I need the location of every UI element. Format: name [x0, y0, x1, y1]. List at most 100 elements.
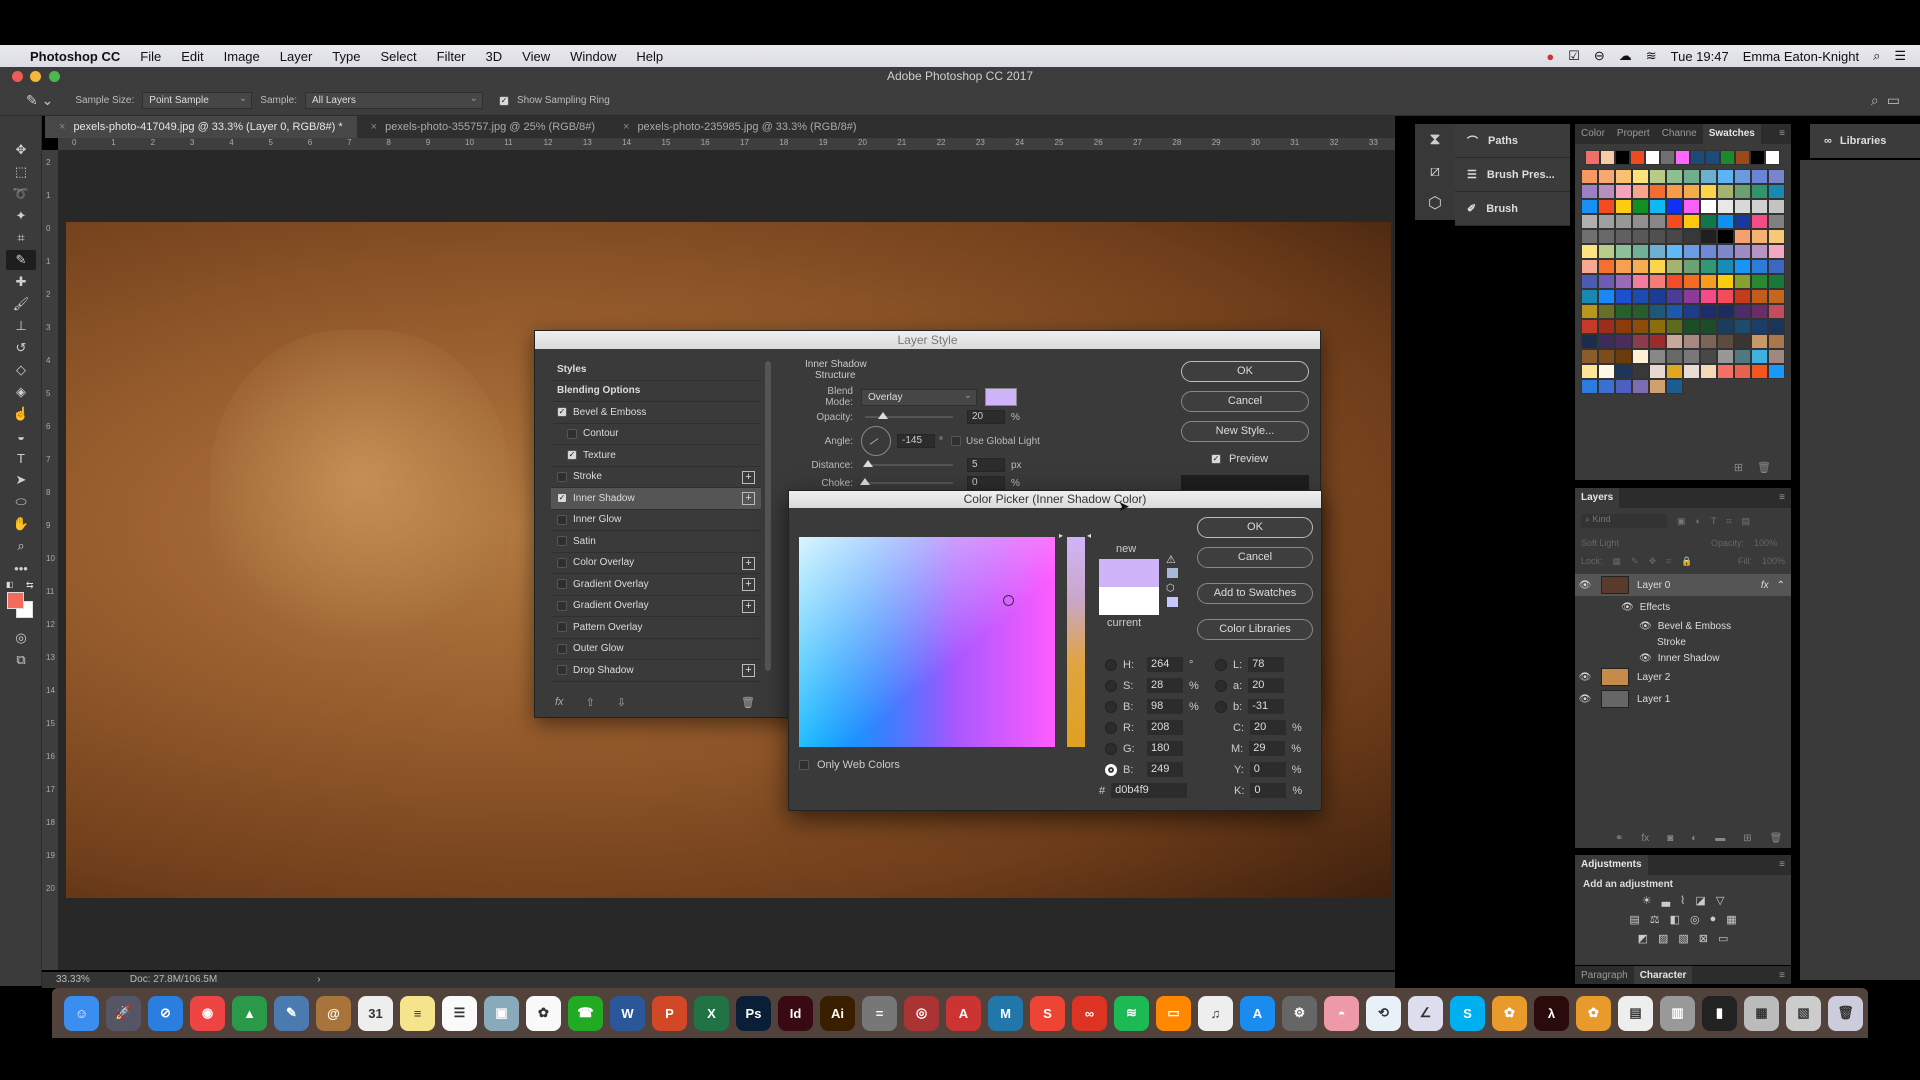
- swatch[interactable]: [1632, 259, 1649, 274]
- magic-wand-tool-icon[interactable]: ✦: [6, 206, 36, 226]
- swatch[interactable]: [1683, 274, 1700, 289]
- swatch[interactable]: [1717, 304, 1734, 319]
- lock-transparent-icon[interactable]: ▦: [1613, 556, 1622, 567]
- swatch[interactable]: [1683, 199, 1700, 214]
- tab-color[interactable]: Color: [1575, 124, 1611, 144]
- style-item-inner-glow[interactable]: Inner Glow: [551, 510, 761, 531]
- swatch[interactable]: [1585, 150, 1600, 165]
- swatch[interactable]: [1751, 289, 1768, 304]
- curves-icon[interactable]: ⌇: [1680, 894, 1685, 907]
- swatch[interactable]: [1717, 319, 1734, 334]
- marquee-tool-icon[interactable]: ⬚: [6, 162, 36, 182]
- dock-sierra-icon[interactable]: ◓: [1324, 995, 1359, 1031]
- swatch[interactable]: [1581, 229, 1598, 244]
- color-libraries-button[interactable]: Color Libraries: [1197, 619, 1313, 640]
- swatch[interactable]: [1581, 334, 1598, 349]
- dock-screenflow-icon[interactable]: ∠: [1408, 995, 1443, 1031]
- swatch[interactable]: [1751, 334, 1768, 349]
- swatch[interactable]: [1700, 229, 1717, 244]
- paint-bucket-tool-icon[interactable]: ◈: [6, 382, 36, 402]
- style-item-pattern-overlay[interactable]: Pattern Overlay: [551, 617, 761, 639]
- swatch[interactable]: [1649, 289, 1666, 304]
- tab-swatches[interactable]: Swatches: [1702, 124, 1761, 144]
- swatch[interactable]: [1632, 169, 1649, 184]
- color-balance-icon[interactable]: ⚖: [1650, 913, 1660, 926]
- swatch[interactable]: [1615, 364, 1632, 379]
- swatch[interactable]: [1598, 274, 1615, 289]
- swatch[interactable]: [1768, 229, 1785, 244]
- web-safe-color-swatch[interactable]: [1167, 597, 1178, 607]
- swatch[interactable]: [1768, 199, 1785, 214]
- swatch[interactable]: [1598, 364, 1615, 379]
- style-checkbox[interactable]: [557, 643, 567, 654]
- add-effect-instance-icon[interactable]: +: [742, 664, 755, 677]
- ruler-horizontal[interactable]: 0 1 2 3 4 5 6 7 8 9 10 11 12 13 14 15 16 17 18 19 20 21 22 23 24…: [58, 138, 1395, 150]
- swatch[interactable]: [1768, 289, 1785, 304]
- ellipse-tool-icon[interactable]: ⬭: [6, 492, 36, 512]
- swatch[interactable]: [1649, 184, 1666, 199]
- gradient-map-icon[interactable]: ▭: [1718, 932, 1728, 945]
- swatch[interactable]: [1700, 304, 1717, 319]
- current-color-preview[interactable]: [1099, 587, 1159, 615]
- preview-checkbox[interactable]: ✓: [1211, 454, 1221, 464]
- swatch[interactable]: [1683, 304, 1700, 319]
- swatch[interactable]: [1615, 379, 1632, 394]
- swatch[interactable]: [1683, 244, 1700, 259]
- swatch[interactable]: [1734, 274, 1751, 289]
- eyedropper-tool-icon[interactable]: ✎: [6, 250, 36, 270]
- swatch[interactable]: [1751, 169, 1768, 184]
- close-window-button[interactable]: [12, 71, 23, 82]
- swatch[interactable]: [1615, 349, 1632, 364]
- effect-stroke[interactable]: Stroke: [1575, 634, 1791, 650]
- color-field-cursor[interactable]: [1003, 595, 1014, 606]
- swatch[interactable]: [1751, 199, 1768, 214]
- default-colors-icon[interactable]: ◧: [6, 580, 14, 589]
- opacity-slider-knob[interactable]: [877, 412, 888, 419]
- swatch[interactable]: [1751, 244, 1768, 259]
- brush-presets-panel-button[interactable]: ☰ Brush Pres...: [1455, 158, 1570, 192]
- dock-photo-booth-icon[interactable]: ◎: [904, 995, 939, 1031]
- swatch[interactable]: [1734, 259, 1751, 274]
- swatch[interactable]: [1666, 349, 1683, 364]
- swatch[interactable]: [1598, 304, 1615, 319]
- zoom-tool-icon[interactable]: ⌕: [6, 536, 36, 556]
- swatch[interactable]: [1581, 364, 1598, 379]
- out-of-gamut-warning-icon[interactable]: ⚠: [1166, 553, 1176, 566]
- swatch[interactable]: [1683, 184, 1700, 199]
- swatch[interactable]: [1581, 214, 1598, 229]
- swatch[interactable]: [1615, 259, 1632, 274]
- swatch[interactable]: [1632, 274, 1649, 289]
- swatch[interactable]: [1649, 244, 1666, 259]
- swatch[interactable]: [1683, 364, 1700, 379]
- panel-menu-icon[interactable]: ≡: [1779, 855, 1791, 875]
- dock-photoshop-icon[interactable]: Ps: [736, 995, 771, 1031]
- style-item-contour[interactable]: Contour: [551, 424, 761, 445]
- swatch[interactable]: [1615, 244, 1632, 259]
- dock-preview-icon[interactable]: ✎: [274, 995, 309, 1031]
- dock-sketchup-icon[interactable]: S: [1030, 995, 1065, 1031]
- threshold-icon[interactable]: ▧: [1678, 932, 1688, 945]
- opacity-field[interactable]: 20: [967, 410, 1005, 424]
- swatch[interactable]: [1734, 244, 1751, 259]
- swatch[interactable]: [1690, 150, 1705, 165]
- new-swatch-icon[interactable]: ⊞: [1734, 461, 1743, 474]
- swatch[interactable]: [1666, 364, 1683, 379]
- swatch[interactable]: [1632, 364, 1649, 379]
- posterize-icon[interactable]: ▨: [1658, 932, 1668, 945]
- swatch[interactable]: [1666, 334, 1683, 349]
- swatch[interactable]: [1683, 259, 1700, 274]
- dialog-title[interactable]: Color Picker (Inner Shadow Color): [789, 491, 1321, 508]
- menu-window[interactable]: Window: [560, 49, 626, 64]
- swatch[interactable]: [1598, 229, 1615, 244]
- swatch[interactable]: [1717, 334, 1734, 349]
- swatch[interactable]: [1683, 334, 1700, 349]
- swatch[interactable]: [1717, 289, 1734, 304]
- swatch[interactable]: [1735, 150, 1750, 165]
- swatch[interactable]: [1734, 289, 1751, 304]
- swatch[interactable]: [1600, 150, 1615, 165]
- lock-artboard-icon[interactable]: ⌗: [1666, 556, 1671, 567]
- type-tool-icon[interactable]: T: [6, 448, 36, 468]
- fill-field[interactable]: 100%: [1762, 556, 1785, 566]
- filter-adjustment-icon[interactable]: ◐: [1696, 516, 1701, 526]
- dock-terminal-icon[interactable]: ▮: [1702, 995, 1737, 1031]
